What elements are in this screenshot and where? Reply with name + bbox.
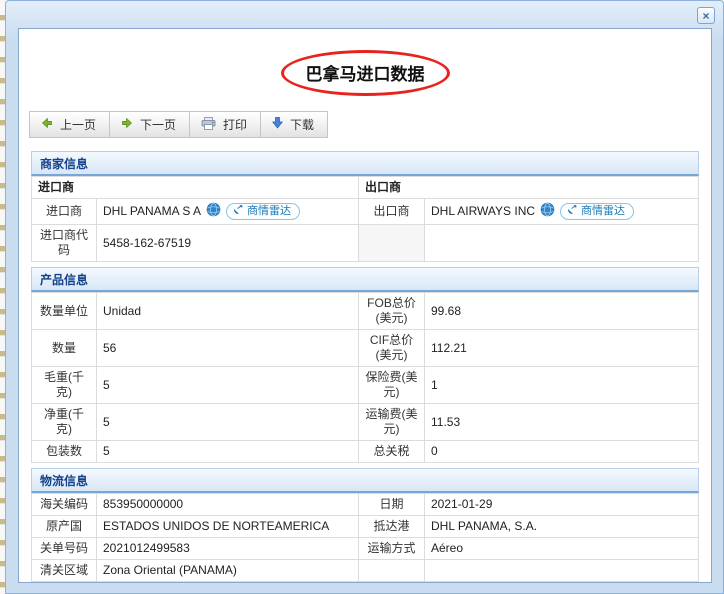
radar-badge-label: 商情雷达	[581, 204, 625, 219]
field-value: 0	[425, 441, 699, 463]
product-section: 产品信息 数量单位 Unidad FOB总价(美元) 99.68 数量 56 C…	[31, 267, 699, 463]
field-label: 运输费(美元)	[359, 404, 425, 441]
field-label: 毛重(千克)	[32, 367, 97, 404]
exporter-col-header: 出口商	[359, 177, 699, 199]
field-value: 853950000000	[97, 494, 359, 516]
field-label: 数量	[32, 330, 97, 367]
merchant-section-header: 商家信息	[31, 151, 699, 176]
field-label: 数量单位	[32, 293, 97, 330]
logistics-section-header: 物流信息	[31, 468, 699, 493]
field-label: 保险费(美元)	[359, 367, 425, 404]
table-row: 进口商 出口商	[32, 177, 699, 199]
field-value: 5	[97, 441, 359, 463]
logistics-table: 海关编码 853950000000 日期 2021-01-29 原产国 ESTA…	[31, 493, 699, 582]
table-row: 包装数 5 总关税 0	[32, 441, 699, 463]
prev-page-button[interactable]: 上一页	[29, 111, 110, 138]
field-value: 2021-01-29	[425, 494, 699, 516]
field-label: 总关税	[359, 441, 425, 463]
dialog-titlebar: ×	[6, 1, 723, 28]
table-row: 进口商代码 5458-162-67519	[32, 225, 699, 262]
importer-code-label: 进口商代码	[32, 225, 97, 262]
field-label: 关单号码	[32, 538, 97, 560]
field-label: 日期	[359, 494, 425, 516]
field-label: CIF总价(美元)	[359, 330, 425, 367]
empty-cell	[359, 225, 425, 262]
globe-icon[interactable]	[540, 202, 555, 221]
table-row: 净重(千克) 5 运输费(美元) 11.53	[32, 404, 699, 441]
field-label: 海关编码	[32, 494, 97, 516]
field-value: 99.68	[425, 293, 699, 330]
table-row: 海关编码 853950000000 日期 2021-01-29	[32, 494, 699, 516]
toolbar: 上一页 下一页 打印	[29, 111, 328, 138]
field-value: 2021012499583	[97, 538, 359, 560]
empty-cell	[425, 225, 699, 262]
merchant-section: 商家信息 进口商 出口商 进口商 DHL PANAMA S A	[31, 151, 699, 262]
field-value: 5	[97, 404, 359, 441]
logistics-section: 物流信息 海关编码 853950000000 日期 2021-01-29 原产国…	[31, 468, 699, 582]
field-label: 抵达港	[359, 516, 425, 538]
field-label: FOB总价(美元)	[359, 293, 425, 330]
field-label: 原产国	[32, 516, 97, 538]
importer-code-value: 5458-162-67519	[97, 225, 359, 262]
table-row: 数量 56 CIF总价(美元) 112.21	[32, 330, 699, 367]
field-label	[359, 560, 425, 582]
radar-badge[interactable]: 商情雷达	[560, 203, 634, 220]
radar-badge[interactable]: 商情雷达	[226, 203, 300, 220]
print-button[interactable]: 打印	[189, 111, 261, 138]
import-data-dialog: × 巴拿马进口数据 上一页 下一页	[5, 0, 724, 594]
field-value: 112.21	[425, 330, 699, 367]
arrow-right-icon	[121, 117, 133, 132]
page-title: 巴拿马进口数据	[281, 50, 450, 96]
importer-value: DHL PANAMA S A	[103, 204, 201, 219]
field-value: 5	[97, 367, 359, 404]
download-label: 下载	[290, 116, 314, 133]
field-value: Aéreo	[425, 538, 699, 560]
radar-icon	[233, 204, 244, 220]
table-row: 清关区域 Zona Oriental (PANAMA)	[32, 560, 699, 582]
table-row: 关单号码 2021012499583 运输方式 Aéreo	[32, 538, 699, 560]
importer-col-header: 进口商	[32, 177, 359, 199]
arrow-left-icon	[41, 117, 53, 132]
product-section-header: 产品信息	[31, 267, 699, 292]
prev-page-label: 上一页	[60, 116, 96, 133]
exporter-label: 出口商	[359, 199, 425, 225]
next-page-button[interactable]: 下一页	[109, 111, 190, 138]
field-value: ESTADOS UNIDOS DE NORTEAMERICA	[97, 516, 359, 538]
field-label: 运输方式	[359, 538, 425, 560]
download-button[interactable]: 下载	[260, 111, 328, 138]
table-row: 进口商 DHL PANAMA S A	[32, 199, 699, 225]
next-page-label: 下一页	[140, 116, 176, 133]
close-button[interactable]: ×	[697, 7, 715, 24]
field-value: Unidad	[97, 293, 359, 330]
print-label: 打印	[223, 116, 247, 133]
field-label: 净重(千克)	[32, 404, 97, 441]
title-area: 巴拿马进口数据	[19, 50, 711, 98]
table-row: 原产国 ESTADOS UNIDOS DE NORTEAMERICA 抵达港 D…	[32, 516, 699, 538]
importer-label: 进口商	[32, 199, 97, 225]
table-row: 数量单位 Unidad FOB总价(美元) 99.68	[32, 293, 699, 330]
field-value: 1	[425, 367, 699, 404]
sections: 商家信息 进口商 出口商 进口商 DHL PANAMA S A	[31, 151, 699, 583]
merchant-table: 进口商 出口商 进口商 DHL PANAMA S A	[31, 176, 699, 262]
field-value	[425, 560, 699, 582]
radar-icon	[567, 204, 578, 220]
globe-icon[interactable]	[206, 202, 221, 221]
field-value: 11.53	[425, 404, 699, 441]
table-row: 毛重(千克) 5 保险费(美元) 1	[32, 367, 699, 404]
field-value: Zona Oriental (PANAMA)	[97, 560, 359, 582]
field-value: 56	[97, 330, 359, 367]
download-arrow-icon	[272, 117, 283, 132]
field-value: DHL PANAMA, S.A.	[425, 516, 699, 538]
dialog-content: 巴拿马进口数据 上一页 下一页	[18, 28, 712, 583]
exporter-value: DHL AIRWAYS INC	[431, 204, 535, 219]
radar-badge-label: 商情雷达	[247, 204, 291, 219]
field-label: 清关区域	[32, 560, 97, 582]
field-label: 包装数	[32, 441, 97, 463]
printer-icon	[201, 117, 216, 133]
product-table: 数量单位 Unidad FOB总价(美元) 99.68 数量 56 CIF总价(…	[31, 292, 699, 463]
